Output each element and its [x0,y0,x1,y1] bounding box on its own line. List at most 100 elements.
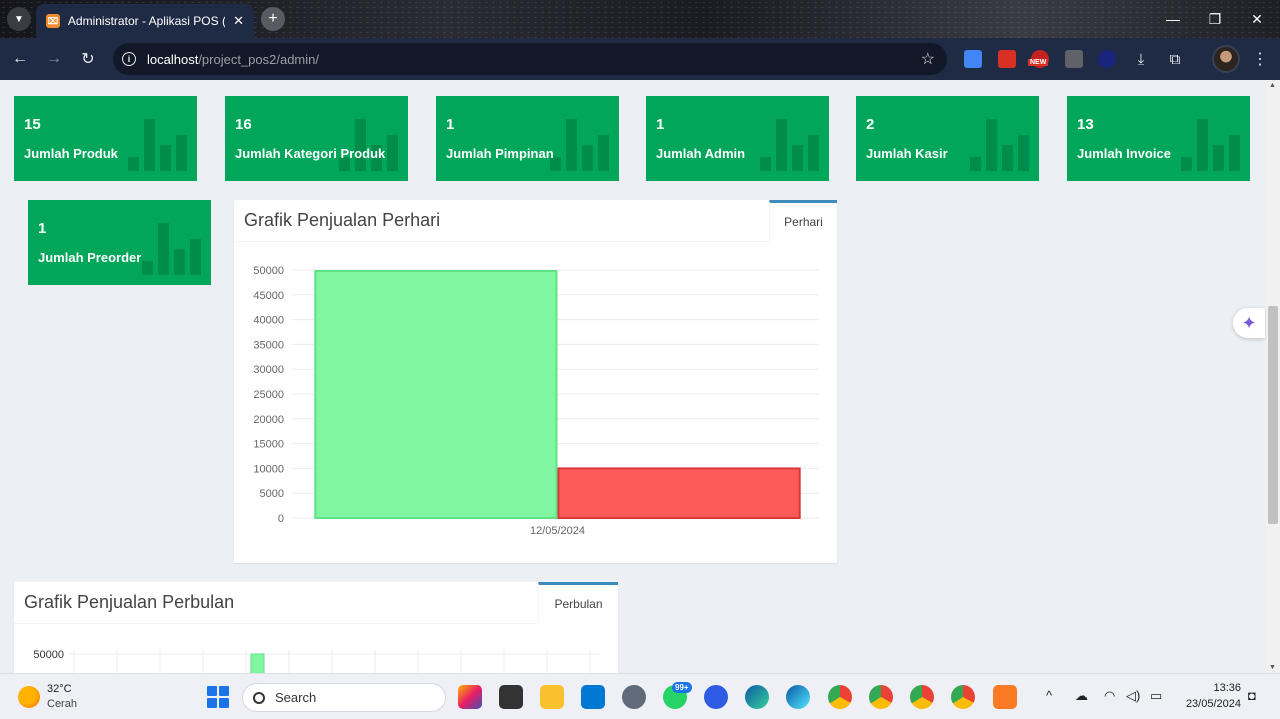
stat-box-kasir[interactable]: 2 Jumlah Kasir [856,96,1039,181]
stat-value: 1 [38,220,47,237]
stat-value: 16 [235,116,252,133]
task-view-icon[interactable] [499,685,523,709]
bar-chart-icon [760,119,819,171]
tray-chevron-icon[interactable]: ^ [1046,688,1052,703]
s-extension-icon[interactable] [1098,50,1116,68]
x-tick-label: 12/05/2024 [530,525,585,537]
daily-sales-panel: Grafik Penjualan Perhari Perhari 0 5000 10… [234,200,837,563]
bar-chart-icon [550,119,609,171]
search-placeholder: Search [275,690,317,705]
file-explorer-icon[interactable] [540,685,564,709]
new-extension-icon[interactable]: NEW [1028,50,1049,68]
y-tick-label: 40000 [253,315,284,327]
y-tick-label: 15000 [253,439,284,451]
bar-chart-icon [128,119,187,171]
whatsapp-badge: 99+ [672,682,692,693]
pdf-extension-icon[interactable] [998,50,1016,68]
onedrive-icon[interactable]: ☁ [1075,688,1088,704]
stat-box-produk[interactable]: 15 Jumlah Produk [14,96,197,181]
stat-value: 15 [24,116,41,133]
stat-label: Jumlah Kategori Produk [235,146,386,161]
browser-tab[interactable]: ⌧ Administrator - Aplikasi POS (P ✕ [36,4,254,38]
browser-tab-strip: ▼ ⌧ Administrator - Aplikasi POS (P ✕ + … [0,0,1280,38]
y-tick-label: 30000 [253,364,284,376]
chrome-icon-2[interactable] [910,685,934,709]
stat-value: 2 [866,116,875,133]
page-scrollbar[interactable]: ▲ ▼ [1266,80,1280,673]
url-path: /project_pos2/admin/ [198,51,319,67]
bar-chart-icon [970,119,1029,171]
scroll-up-arrow-icon[interactable]: ▲ [1269,82,1276,89]
copilot-icon[interactable] [458,685,482,709]
minimize-button[interactable]: — [1152,0,1194,38]
search-icon [253,691,265,704]
scroll-down-arrow-icon[interactable]: ▼ [1269,664,1276,671]
new-badge: NEW [1028,59,1049,66]
microsoft-store-icon[interactable] [581,685,605,709]
xampp-favicon-icon: ⌧ [46,14,60,28]
profile-avatar[interactable] [1212,45,1240,73]
forward-arrow-icon[interactable]: → [42,47,66,71]
bar-chart-icon [1181,119,1240,171]
notification-bell-icon[interactable]: ◘ [1248,688,1256,703]
back-arrow-icon[interactable]: ← [8,47,32,71]
chrome-icon-3[interactable] [951,685,975,709]
y-tick-label: 35000 [253,339,284,351]
extensions-puzzle-icon[interactable]: ⧉ [1163,47,1187,71]
stat-label: Jumlah Kasir [866,146,948,161]
stat-label: Jumlah Invoice [1077,146,1171,161]
translate-extension-icon[interactable] [964,50,982,68]
bookmark-star-icon[interactable]: ☆ [921,49,935,69]
address-bar[interactable]: i localhost/project_pos2/admin/ ☆ [113,43,947,75]
monthly-sales-panel: Grafik Penjualan Perbulan Perbulan 50000 [14,582,618,673]
stat-box-preorder[interactable]: 1 Jumlah Preorder [28,200,211,285]
stat-box-invoice[interactable]: 13 Jumlah Invoice [1067,96,1250,181]
daily-sales-chart: 0 5000 10000 15000 20000 25000 30000 35000 40000… [253,265,819,537]
reload-icon[interactable]: ↻ [76,47,100,71]
chrome-icon[interactable] [828,685,852,709]
new-tab-button[interactable]: + [261,7,285,31]
clock-time[interactable]: 13:36 [1205,682,1241,694]
site-info-icon[interactable]: i [122,52,136,66]
close-window-button[interactable]: ✕ [1236,0,1278,38]
battery-icon[interactable]: ▭ [1150,688,1162,704]
xampp-icon[interactable] [993,685,1017,709]
stat-value: 1 [656,116,665,133]
y-tick-label: 25000 [253,389,284,401]
volume-icon[interactable]: ◁) [1126,688,1140,704]
close-tab-icon[interactable]: ✕ [233,13,244,29]
windows-taskbar: 32°C Cerah Search 99+ ^ ☁ ◠ ◁) ▭ 13:36 2… [0,673,1280,719]
y-tick-label: 5000 [260,488,284,500]
bar [557,467,801,519]
taskbar-search[interactable]: Search [242,683,446,712]
browser-toolbar: ← → ↻ i localhost/project_pos2/admin/ ☆ … [0,38,1280,80]
stat-label: Jumlah Admin [656,146,746,161]
restore-button[interactable]: ❐ [1194,0,1236,38]
admin-dashboard: 15 Jumlah Produk 16 Jumlah Kategori Prod… [0,80,1266,673]
weather-temperature: 32°C [47,683,72,695]
monthly-sales-chart: 50000 [33,649,600,673]
settings-gear-icon[interactable] [622,685,646,709]
y-tick-label: 50000 [33,649,64,661]
clock-date[interactable]: 23/05/2024 [1180,698,1241,710]
zoom-icon[interactable] [704,685,728,709]
stat-box-kategori[interactable]: 16 Jumlah Kategori Produk [225,96,408,181]
y-tick-label: 50000 [253,265,284,277]
ai-sparkle-button[interactable]: ✦ [1233,308,1265,338]
edge-dev-icon[interactable] [786,685,810,709]
url-host: localhost [147,51,199,67]
weather-condition: Cerah [47,698,77,710]
stat-box-admin[interactable]: 1 Jumlah Admin [646,96,829,181]
chrome-profile-icon[interactable] [869,685,893,709]
extension-icon[interactable] [1065,50,1083,68]
weather-sun-icon[interactable] [18,686,40,708]
stat-box-pimpinan[interactable]: 1 Jumlah Pimpinan [436,96,619,181]
wifi-icon[interactable]: ◠ [1104,688,1115,704]
windows-start-icon[interactable] [207,686,229,708]
edge-icon[interactable] [745,685,769,709]
menu-kebab-icon[interactable]: ⋮ [1252,49,1268,69]
scrollbar-thumb[interactable] [1268,306,1278,524]
stat-label: Jumlah Produk [24,146,118,161]
tab-search-button[interactable]: ▼ [7,7,31,31]
download-icon[interactable]: ⤓ [1129,47,1153,71]
